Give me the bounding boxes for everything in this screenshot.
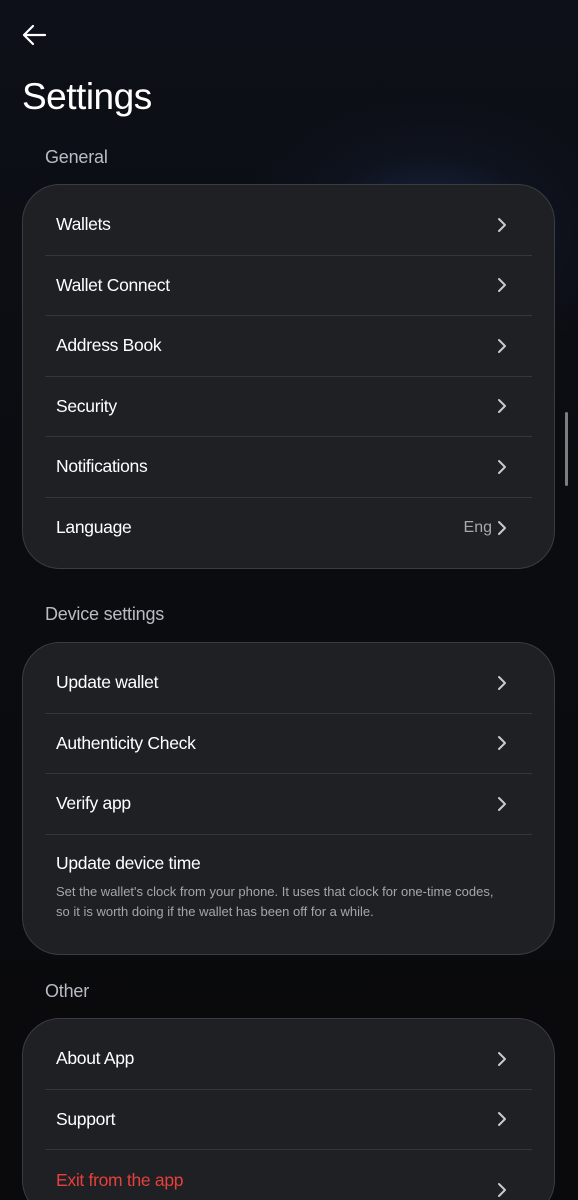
settings-item-verify-app[interactable]: Verify app [45, 774, 532, 835]
arrow-left-icon [22, 24, 47, 46]
scrollbar[interactable] [565, 412, 568, 486]
chevron-right-icon [496, 459, 508, 475]
page-title: Settings [22, 76, 152, 117]
settings-item-label: Verify app [56, 793, 131, 814]
settings-item-update-wallet[interactable]: Update wallet [45, 653, 532, 714]
device-settings-card: Update wallet Authenticity Check Verify … [22, 642, 555, 955]
settings-item-update-device-time[interactable]: Update device time Set the wallet's cloc… [45, 835, 532, 944]
other-card: About App Support Exit from the app [22, 1018, 555, 1200]
settings-item-authenticity-check[interactable]: Authenticity Check [45, 714, 532, 774]
settings-item-label: Update device time [56, 852, 201, 873]
settings-item-label: Notifications [56, 456, 148, 477]
settings-item-language[interactable]: Language Eng [45, 498, 532, 559]
settings-item-wallet-connect[interactable]: Wallet Connect [45, 256, 532, 316]
settings-item-label: Security [56, 395, 117, 416]
settings-item-wallets[interactable]: Wallets [45, 195, 532, 256]
settings-item-description: Set the wallet's clock from your phone. … [56, 883, 494, 919]
settings-item-about-app[interactable]: About App [45, 1029, 532, 1090]
settings-item-security[interactable]: Security [45, 377, 532, 437]
settings-item-support[interactable]: Support [45, 1090, 532, 1150]
settings-item-label: Wallets [56, 214, 111, 235]
settings-item-label: Language [56, 517, 132, 538]
chevron-right-icon [496, 675, 508, 691]
chevron-right-icon [496, 277, 508, 293]
settings-item-exit-app[interactable]: Exit from the app [45, 1150, 532, 1200]
settings-item-label: Support [56, 1108, 116, 1129]
chevron-right-icon [496, 1111, 508, 1127]
chevron-right-icon [496, 796, 508, 812]
section-title-device-settings: Device settings [45, 604, 165, 624]
language-value: Eng [463, 518, 492, 536]
chevron-right-icon [496, 217, 508, 233]
settings-item-label: Update wallet [56, 672, 159, 693]
section-title-general: General [45, 147, 108, 167]
settings-item-notifications[interactable]: Notifications [45, 437, 532, 498]
exit-app-label: Exit from the app [56, 1170, 184, 1190]
chevron-right-icon [496, 520, 508, 536]
chevron-right-icon [496, 1182, 508, 1198]
chevron-right-icon [496, 338, 508, 354]
settings-item-label: Address Book [56, 335, 162, 356]
settings-item-address-book[interactable]: Address Book [45, 316, 532, 377]
settings-item-label: About App [56, 1048, 135, 1069]
chevron-right-icon [496, 735, 508, 751]
settings-item-label: Authenticity Check [56, 732, 196, 753]
settings-item-label: Wallet Connect [56, 274, 170, 295]
section-title-other: Other [45, 981, 90, 1001]
chevron-right-icon [496, 1051, 508, 1067]
general-card: Wallets Wallet Connect Address Book Secu… [22, 184, 555, 569]
back-button[interactable] [18, 20, 50, 50]
chevron-right-icon [496, 398, 508, 414]
